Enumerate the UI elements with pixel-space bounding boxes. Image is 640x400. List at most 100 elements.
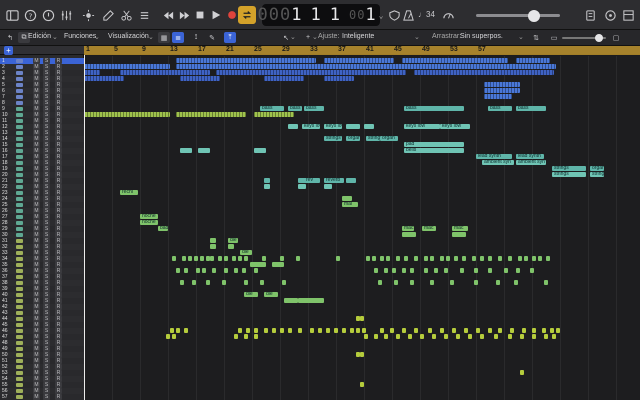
region[interactable] (298, 328, 302, 333)
region[interactable] (542, 328, 546, 333)
region[interactable] (498, 256, 502, 261)
snap-icon[interactable]: ⤒ (224, 32, 236, 43)
region[interactable] (498, 328, 502, 333)
region[interactable] (212, 268, 216, 273)
cycle-region[interactable] (84, 46, 640, 55)
region[interactable] (264, 328, 268, 333)
region[interactable]: ambient syn (516, 160, 546, 165)
region[interactable] (488, 268, 492, 273)
region[interactable] (378, 280, 382, 285)
region[interactable] (390, 328, 394, 333)
region[interactable] (254, 328, 258, 333)
master-volume-knob[interactable] (528, 10, 540, 22)
region[interactable] (176, 328, 180, 333)
region[interactable]: strings (366, 136, 380, 141)
cycle-button[interactable] (238, 6, 256, 24)
region[interactable] (350, 328, 354, 333)
region[interactable] (224, 256, 228, 261)
edit-menu[interactable]: Edición (28, 33, 51, 40)
master-volume-track[interactable] (476, 14, 560, 17)
region[interactable] (200, 256, 204, 261)
metronome-icon[interactable] (400, 7, 416, 23)
region[interactable] (84, 76, 124, 81)
region[interactable] (244, 280, 248, 285)
region[interactable] (374, 334, 378, 339)
region[interactable] (414, 328, 418, 333)
mute-button[interactable]: M (33, 394, 40, 400)
back-icon[interactable]: ↰ (4, 32, 16, 43)
region[interactable]: bass (488, 106, 512, 111)
region[interactable] (180, 280, 184, 285)
region[interactable] (324, 58, 394, 63)
region[interactable] (374, 268, 378, 273)
region[interactable] (432, 334, 436, 339)
region[interactable] (84, 112, 170, 117)
region[interactable]: bass (404, 106, 464, 111)
editors-icon[interactable] (100, 7, 116, 23)
region[interactable] (334, 328, 338, 333)
region[interactable] (474, 280, 478, 285)
region[interactable] (428, 328, 432, 333)
region[interactable] (452, 232, 466, 237)
lcd-display[interactable]: 000 1 1 1 00 1 ⌄ (258, 4, 384, 26)
region[interactable] (430, 280, 434, 285)
region[interactable] (380, 256, 384, 261)
region[interactable] (182, 256, 186, 261)
region[interactable] (232, 256, 236, 261)
region[interactable]: keys low (404, 124, 440, 129)
list-icon[interactable] (136, 7, 152, 23)
region[interactable]: bass (288, 106, 302, 111)
region[interactable] (392, 268, 396, 273)
region[interactable] (520, 334, 524, 339)
region[interactable] (246, 328, 250, 333)
region[interactable] (234, 334, 238, 339)
region[interactable] (170, 328, 174, 333)
catch-icon[interactable]: ⟟ (190, 32, 202, 43)
region[interactable] (264, 76, 304, 81)
region[interactable]: mac (422, 226, 436, 231)
region[interactable]: dle (264, 292, 278, 297)
region[interactable] (384, 334, 388, 339)
region[interactable] (272, 262, 284, 267)
help-icon[interactable]: ? (22, 7, 38, 23)
library-icon[interactable] (4, 7, 20, 23)
region[interactable] (384, 268, 388, 273)
region[interactable] (424, 256, 428, 261)
region[interactable] (342, 328, 346, 333)
play-icon[interactable] (208, 7, 224, 23)
region[interactable] (480, 334, 484, 339)
region[interactable] (464, 328, 468, 333)
region[interactable] (462, 256, 466, 261)
region[interactable] (288, 124, 298, 129)
region[interactable] (394, 280, 398, 285)
zoom-out-icon[interactable]: ▭ (548, 32, 560, 43)
region[interactable] (84, 64, 170, 69)
region[interactable] (532, 334, 536, 339)
region[interactable] (556, 328, 560, 333)
region[interactable] (476, 328, 480, 333)
region[interactable] (360, 352, 364, 357)
region[interactable] (396, 256, 400, 261)
region[interactable] (210, 244, 216, 249)
region[interactable] (180, 148, 192, 153)
waveform-zoom-icon[interactable]: ⇅ (530, 32, 542, 43)
region[interactable]: keys low (440, 124, 470, 129)
region[interactable] (324, 184, 332, 189)
region[interactable] (488, 328, 492, 333)
region[interactable] (196, 268, 200, 273)
loops-icon[interactable] (602, 7, 618, 23)
region[interactable] (360, 316, 364, 321)
region[interactable]: noche (140, 220, 158, 225)
region[interactable] (218, 256, 222, 261)
region[interactable] (484, 88, 520, 93)
region[interactable] (172, 256, 176, 261)
record-enable-button[interactable]: R (55, 394, 62, 400)
grid-icon[interactable]: ▦ (158, 32, 170, 43)
region[interactable] (468, 334, 472, 339)
region[interactable] (472, 256, 476, 261)
drag-value[interactable]: Sin superpos. (460, 33, 503, 40)
region[interactable] (280, 328, 284, 333)
region[interactable] (446, 256, 450, 261)
brightness-icon[interactable] (80, 7, 96, 23)
region[interactable] (530, 268, 534, 273)
